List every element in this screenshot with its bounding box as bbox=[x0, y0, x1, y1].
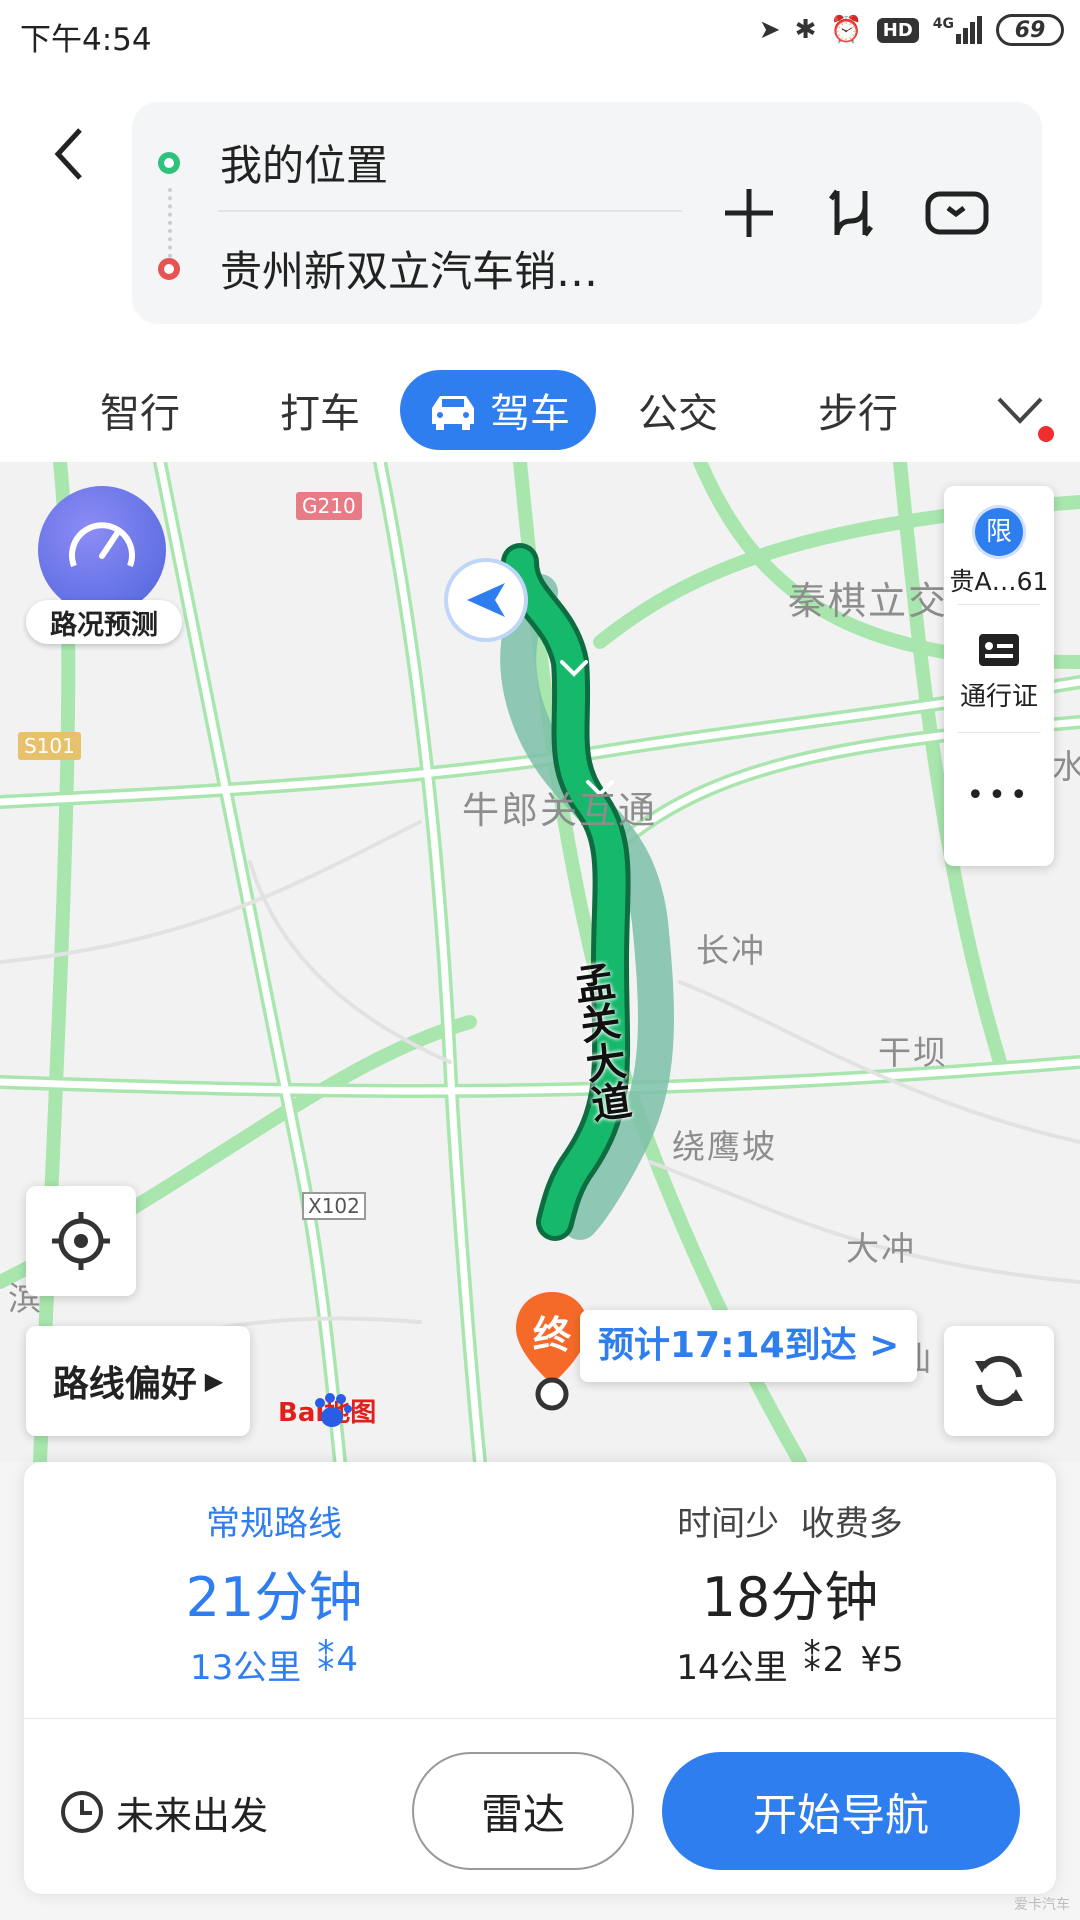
limit-badge-icon: 限 bbox=[975, 508, 1023, 556]
route-preference-label: 路线偏好 bbox=[52, 1364, 197, 1405]
chevron-down-icon bbox=[997, 397, 1043, 424]
place-label: 水 bbox=[1052, 747, 1080, 786]
route-toll: ¥5 bbox=[860, 1640, 904, 1680]
transport-tabs: 智行 打车 驾车 公交 步行 bbox=[0, 354, 1080, 454]
battery-indicator: 69 bbox=[996, 14, 1064, 46]
route-header: 我的位置 贵州新双立汽车销… 智行 打车 驾车 公交 步行 bbox=[0, 72, 1080, 462]
map-side-toolbar: 限 贵A…61 通行证 ••• bbox=[944, 486, 1054, 866]
status-icons: ➤ ✱ ⏰ HD 4G 69 bbox=[759, 14, 1064, 46]
caret-right-icon: ▶ bbox=[204, 1367, 224, 1395]
place-label: 长冲 bbox=[696, 931, 766, 970]
route-lights: 4 bbox=[336, 1640, 358, 1680]
location-arrow-icon: ➤ bbox=[758, 15, 781, 45]
traffic-predict-label: 路况预测 bbox=[26, 600, 182, 644]
traffic-light-icon: ⁑ bbox=[317, 1640, 335, 1680]
swap-button[interactable] bbox=[816, 178, 886, 248]
vehicle-settings-button[interactable] bbox=[922, 178, 992, 248]
route-duration: 21分钟 bbox=[185, 1566, 363, 1629]
refresh-icon bbox=[975, 1355, 1023, 1407]
map-view[interactable]: G210 S101 X102 秦棋立交 牛郎关互通 长冲 干坝 绕鹰坡 大冲 仙… bbox=[0, 462, 1080, 1462]
route-duration: 18分钟 bbox=[701, 1566, 879, 1629]
origin-input[interactable]: 我的位置 bbox=[220, 132, 388, 193]
alarm-icon: ⏰ bbox=[830, 15, 863, 45]
route-tag: 常规路线 bbox=[206, 1504, 342, 1544]
route-connector bbox=[168, 188, 172, 266]
route-option-2[interactable]: 时间少 收费多 18分钟 14公里 ⁑ 2 ¥5 bbox=[524, 1462, 1056, 1708]
route-meta: 14公里 ⁑ 2 ¥5 bbox=[524, 1640, 1056, 1689]
future-depart-button[interactable]: 未来出发 bbox=[60, 1772, 268, 1852]
clock-icon bbox=[61, 1791, 103, 1833]
tab-label: 公交 bbox=[638, 391, 718, 437]
network-label: 4G bbox=[932, 16, 954, 32]
route-tag: 时间少 收费多 bbox=[677, 1504, 903, 1544]
back-icon[interactable] bbox=[48, 124, 88, 184]
tab-label: 智行 bbox=[100, 391, 180, 437]
locate-icon bbox=[52, 1212, 110, 1270]
car-plate-icon bbox=[925, 191, 989, 235]
radar-button[interactable]: 雷达 bbox=[412, 1752, 634, 1870]
tab-label: 步行 bbox=[818, 391, 898, 437]
tab-drive[interactable]: 驾车 bbox=[400, 370, 596, 450]
relocate-button[interactable] bbox=[26, 1186, 136, 1296]
tab-taxi[interactable]: 打车 bbox=[250, 370, 390, 450]
route-options-panel: 常规路线 21分钟 13公里 ⁑ 4 时间少 收费多 18分钟 14公里 ⁑ 2… bbox=[24, 1462, 1056, 1894]
place-label: 牛郎关互通 bbox=[462, 789, 657, 832]
pass-permit-label: 通行证 bbox=[959, 682, 1038, 712]
speedometer-icon bbox=[38, 486, 166, 614]
watermark: 爱卡汽车 bbox=[1014, 1897, 1070, 1913]
road-badge-x102: X102 bbox=[302, 1192, 366, 1220]
swap-icon bbox=[829, 189, 873, 237]
route-option-1[interactable]: 常规路线 21分钟 13公里 ⁑ 4 bbox=[24, 1462, 524, 1708]
road-badge-s101: S101 bbox=[18, 732, 81, 760]
eta-bubble[interactable]: 预计17:14到达 > bbox=[580, 1310, 918, 1382]
destination-dot-icon bbox=[158, 258, 180, 280]
place-label: 干坝 bbox=[878, 1033, 948, 1072]
future-depart-label: 未来出发 bbox=[116, 1793, 269, 1838]
hd-icon: HD bbox=[876, 17, 919, 43]
place-label: 大冲 bbox=[846, 1229, 916, 1268]
destination-input[interactable]: 贵州新双立汽车销… bbox=[220, 238, 598, 299]
start-navigation-button[interactable]: 开始导航 bbox=[662, 1752, 1020, 1870]
refresh-route-button[interactable] bbox=[944, 1326, 1054, 1436]
place-label: 秦棋立交 bbox=[788, 579, 949, 623]
tab-label: 打车 bbox=[280, 391, 360, 437]
pass-permit-button[interactable]: 通行证 bbox=[944, 604, 1054, 732]
bluetooth-icon: ✱ bbox=[794, 15, 817, 45]
route-search-box: 我的位置 贵州新双立汽车销… bbox=[132, 102, 1042, 324]
id-card-icon bbox=[979, 634, 1019, 666]
car-icon bbox=[432, 396, 474, 430]
tab-transit[interactable]: 公交 bbox=[608, 370, 748, 450]
notification-dot bbox=[1038, 426, 1054, 442]
status-time: 下午4:54 bbox=[20, 22, 152, 58]
road-badge-g210: G210 bbox=[296, 492, 362, 520]
traffic-predict-button[interactable]: 路况预测 bbox=[26, 486, 182, 644]
more-options-button[interactable]: ••• bbox=[944, 756, 1054, 836]
plus-icon bbox=[725, 189, 773, 237]
input-separator bbox=[218, 210, 682, 212]
tab-smart[interactable]: 智行 bbox=[70, 370, 210, 450]
place-label: 绕鹰坡 bbox=[672, 1127, 777, 1166]
route-preference-button[interactable]: 路线偏好 ▶ bbox=[26, 1326, 250, 1436]
route-distance: 13公里 bbox=[190, 1648, 302, 1688]
route-lights: 2 bbox=[822, 1640, 845, 1680]
baidu-map-logo: Bai地图 bbox=[278, 1392, 376, 1429]
tab-walk[interactable]: 步行 bbox=[788, 370, 928, 450]
route-meta: 13公里 ⁑ 4 bbox=[24, 1640, 524, 1689]
origin-dot-icon bbox=[158, 152, 180, 174]
traffic-light-icon: ⁑ bbox=[803, 1640, 821, 1680]
paw-icon bbox=[315, 1392, 353, 1427]
status-bar: 下午4:54 ➤ ✱ ⏰ HD 4G 69 bbox=[0, 0, 1080, 72]
add-waypoint-button[interactable] bbox=[714, 178, 784, 248]
traffic-limit-button[interactable]: 限 贵A…61 bbox=[944, 486, 1054, 604]
signal-icon: 4G bbox=[933, 16, 982, 44]
plate-number: 贵A…61 bbox=[949, 567, 1049, 596]
route-distance: 14公里 bbox=[676, 1648, 788, 1688]
current-location-icon bbox=[448, 562, 524, 638]
tab-label: 驾车 bbox=[490, 391, 570, 437]
